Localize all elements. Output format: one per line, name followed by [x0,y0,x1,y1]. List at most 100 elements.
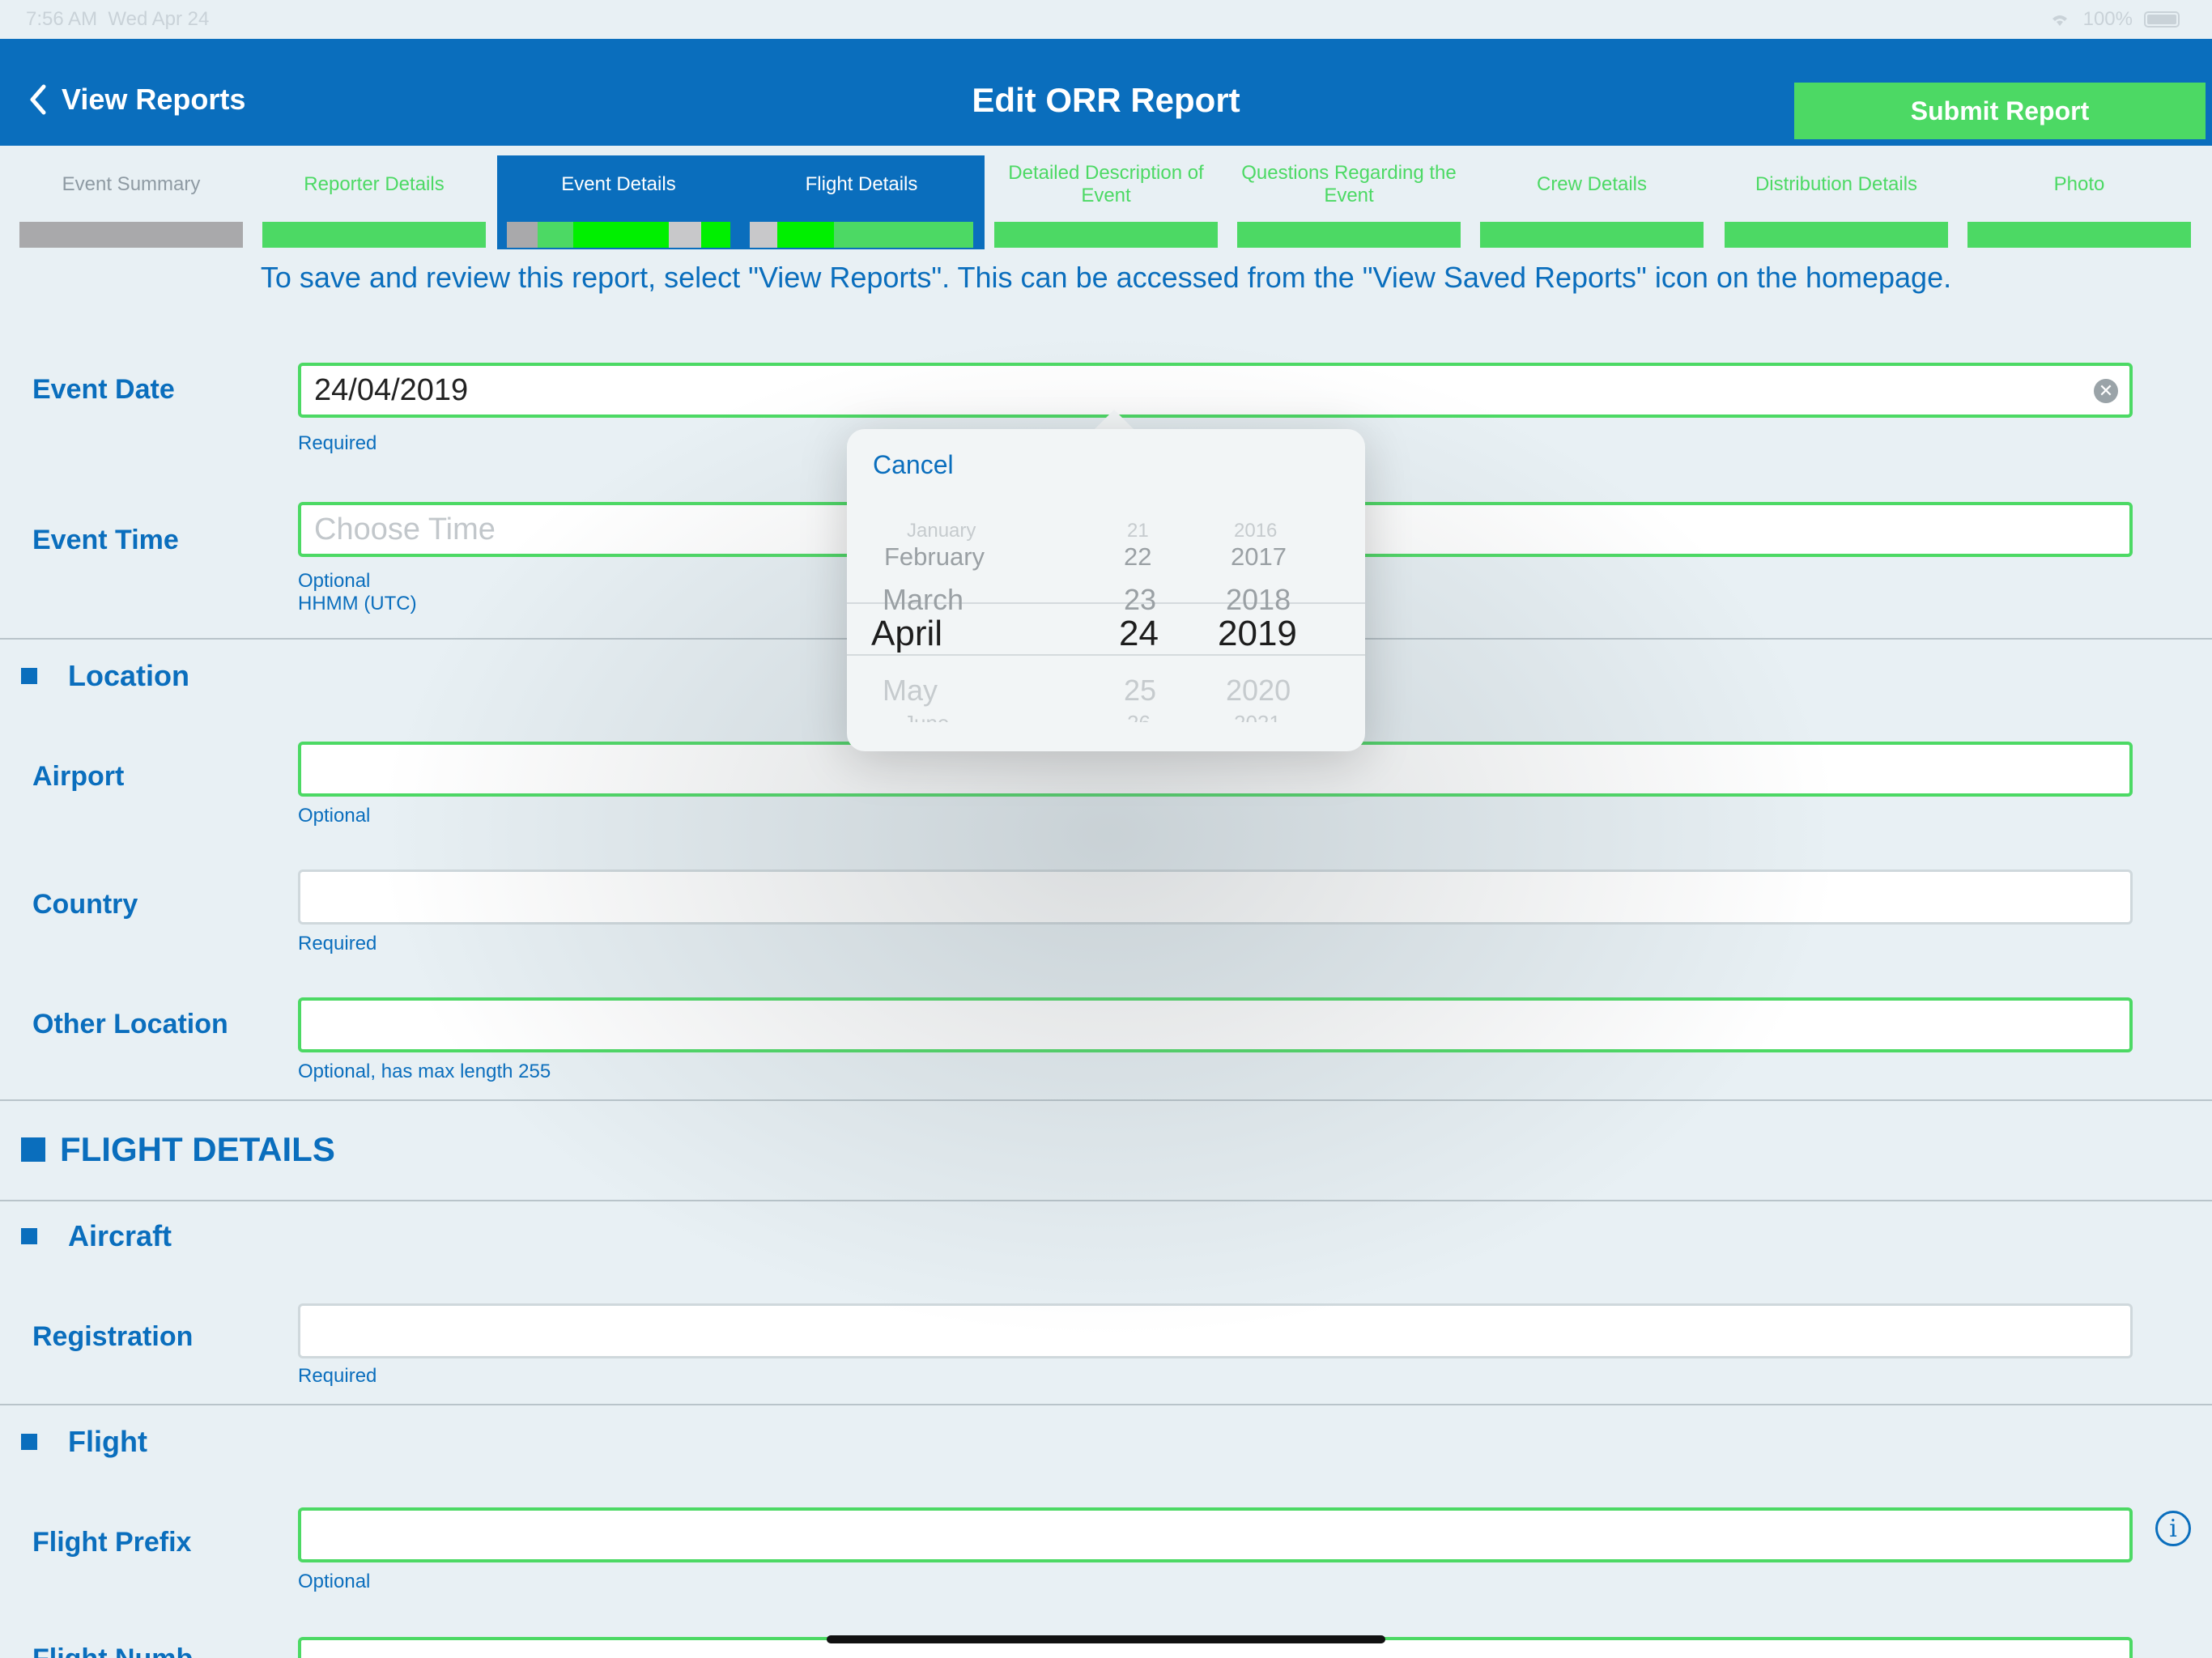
popover-arrow [1093,410,1135,431]
status-time: 7:56 AM Wed Apr 24 [26,8,210,30]
picker-year: 2017 [1231,542,1287,571]
picker-month: January [907,520,976,542]
picker-day: 22 [1124,542,1152,571]
tab-flight-details[interactable]: Flight Details [740,155,983,248]
tab-label: Distribution Details [1755,173,1918,195]
location-section-header: Location [21,659,189,693]
tab-reporter-details[interactable]: Reporter Details [253,155,496,248]
tab-progress-bar [19,222,243,248]
date-picker-popover: Cancel January February March April May … [847,429,1365,751]
tab-distribution-details[interactable]: Distribution Details [1715,155,1958,248]
picker-day: 21 [1127,520,1149,542]
picker-year-selected: 2019 [1218,614,1297,653]
tab-progress-bar [750,222,973,248]
progress-segment [669,222,701,248]
tab-photo[interactable]: Photo [1958,155,2201,248]
picker-month: May [883,674,938,707]
tab-label: Photo [2053,173,2105,195]
navigation-bar: View Reports Edit ORR Report Submit Repo… [0,39,2212,146]
country-label: Country [32,889,138,920]
event-time-label: Event Time [32,525,179,555]
aircraft-section-header: Aircraft [21,1219,172,1253]
tab-detailed-description[interactable]: Detailed Description of Event [985,155,1227,248]
section-bullet [21,1228,37,1244]
event-time-placeholder: Choose Time [314,512,496,546]
other-location-label: Other Location [32,1009,228,1039]
month-column[interactable]: January February March April May June [871,502,1066,751]
country-field[interactable] [298,869,2133,925]
event-time-hint: Optional [298,570,371,592]
divider [0,1099,2212,1101]
progress-segment [507,222,538,248]
divider [0,1404,2212,1405]
flight-prefix-hint: Optional [298,1571,371,1592]
picker-month: June [904,711,1066,722]
tab-label: Detailed Description of Event [1008,162,1204,206]
tab-event-summary[interactable]: Event Summary [10,155,253,248]
tab-label: Event Summary [62,173,201,195]
flight-section-title: Flight [68,1425,147,1458]
tab-questions[interactable]: Questions Regarding the Event [1227,155,1470,248]
status-bar: 7:56 AM Wed Apr 24 100% [0,0,2212,39]
battery-icon [2144,11,2180,28]
report-section-tabs: Event Summary Reporter Details Event Det… [0,146,2212,251]
picker-year: 2020 [1226,674,1291,707]
picker-year: 2018 [1226,583,1291,616]
tab-progress-bar [1725,222,1948,248]
wifi-icon [2052,15,2067,26]
tab-crew-details[interactable]: Crew Details [1470,155,1713,248]
flight-prefix-label: Flight Prefix [32,1527,192,1558]
day-column[interactable]: 21 22 23 24 25 26 [1116,502,1189,751]
other-location-hint: Optional, has max length 255 [298,1061,551,1082]
registration-label: Registration [32,1321,194,1352]
event-date-hint: Required [298,432,377,454]
country-hint: Required [298,933,377,954]
progress-segment [573,222,669,248]
submit-report-button[interactable]: Submit Report [1794,83,2206,139]
event-date-label: Event Date [32,374,175,405]
picker-month: March [883,583,964,616]
picker-year: 2016 [1234,520,1278,542]
divider [0,1200,2212,1201]
tab-label: Flight Details [805,173,918,195]
tab-progress-bar [994,222,1218,248]
other-location-field[interactable] [298,997,2133,1052]
picker-year: 2021 [1234,711,1339,722]
section-bullet [21,1137,45,1162]
flight-prefix-field[interactable] [298,1507,2133,1562]
year-column[interactable]: 2016 2017 2018 2019 2020 2021 [1218,502,1339,751]
info-icon[interactable]: i [2155,1511,2191,1546]
battery-percent: 100% [2082,8,2133,30]
aircraft-section-title: Aircraft [68,1219,172,1252]
tab-progress-bar [1237,222,1461,248]
section-bullet [21,1434,37,1450]
picker-month-selected: April [871,614,943,653]
tab-label: Reporter Details [304,173,445,195]
flight-details-section-header: FLIGHT DETAILS [21,1130,335,1169]
event-date-field[interactable]: 24/04/2019 ✕ [298,363,2133,418]
progress-segment [750,222,777,248]
event-time-format-hint: HHMM (UTC) [298,593,417,614]
tab-progress-bar [1480,222,1704,248]
tab-label: Questions Regarding the Event [1241,162,1457,206]
registration-field[interactable] [298,1303,2133,1358]
tab-progress-bar [262,222,486,248]
flight-number-label: Flight Numb [32,1643,193,1658]
progress-segment [777,222,834,248]
save-info-message: To save and review this report, select "… [260,261,1952,294]
airport-hint: Optional [298,805,371,827]
cancel-button[interactable]: Cancel [873,450,954,480]
picker-day: 25 [1124,674,1157,707]
clear-icon[interactable]: ✕ [2094,379,2118,403]
progress-segment [701,222,730,248]
picker-day: 23 [1124,583,1157,616]
home-indicator [827,1635,1385,1643]
tab-event-details[interactable]: Event Details [497,155,740,248]
flight-details-title: FLIGHT DETAILS [60,1130,335,1168]
picker-month: February [884,542,985,571]
airport-label: Airport [32,761,125,792]
section-bullet [21,668,37,684]
picker-day: 26 [1127,711,1189,722]
tab-label: Crew Details [1536,173,1648,195]
date-picker-wheel[interactable]: January February March April May June 21… [847,502,1365,751]
